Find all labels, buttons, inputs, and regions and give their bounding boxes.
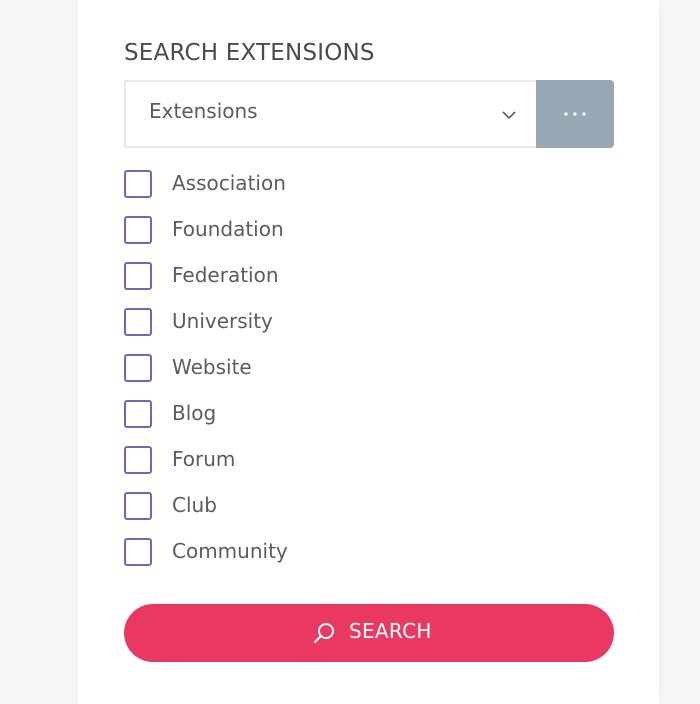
option-university[interactable]: University (124, 308, 614, 354)
checkbox[interactable] (124, 446, 152, 474)
search-extensions-panel: SEARCH EXTENSIONS Extensions Association… (78, 0, 659, 704)
option-club[interactable]: Club (124, 492, 614, 538)
checkbox[interactable] (124, 262, 152, 290)
option-forum[interactable]: Forum (124, 446, 614, 492)
extension-options-list: Association Foundation Federation Univer… (124, 170, 614, 584)
option-association[interactable]: Association (124, 170, 614, 216)
ellipsis-icon (564, 112, 586, 116)
checkbox[interactable] (124, 538, 152, 566)
chevron-down-icon (502, 111, 516, 120)
dropdown-value: Extensions (149, 99, 258, 123)
checkbox[interactable] (124, 492, 152, 520)
option-label: Foundation (172, 217, 284, 241)
search-button-label: SEARCH (349, 619, 432, 643)
option-label: Community (172, 539, 288, 563)
option-label: Club (172, 493, 217, 517)
search-icon (313, 623, 334, 644)
option-blog[interactable]: Blog (124, 400, 614, 446)
option-label: Association (172, 171, 286, 195)
checkbox[interactable] (124, 308, 152, 336)
option-label: Federation (172, 263, 279, 287)
checkbox[interactable] (124, 400, 152, 428)
option-website[interactable]: Website (124, 354, 614, 400)
option-label: Website (172, 355, 252, 379)
extensions-dropdown[interactable]: Extensions (124, 80, 536, 148)
option-label: Blog (172, 401, 217, 425)
option-federation[interactable]: Federation (124, 262, 614, 308)
option-label: Forum (172, 447, 236, 471)
checkbox[interactable] (124, 354, 152, 382)
checkbox[interactable] (124, 216, 152, 244)
option-foundation[interactable]: Foundation (124, 216, 614, 262)
option-label: University (172, 309, 273, 333)
extension-select-row: Extensions (124, 80, 614, 148)
more-options-button[interactable] (536, 80, 614, 148)
search-button[interactable]: SEARCH (124, 604, 614, 662)
option-community[interactable]: Community (124, 538, 614, 584)
checkbox[interactable] (124, 170, 152, 198)
panel-title: SEARCH EXTENSIONS (124, 40, 375, 66)
